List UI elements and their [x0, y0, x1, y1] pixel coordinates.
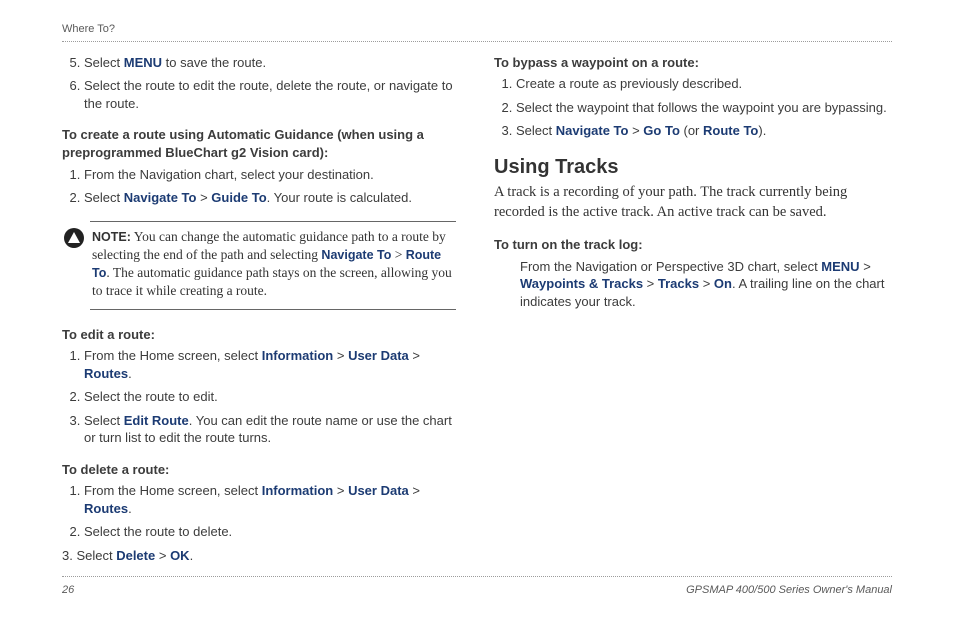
- text: Select: [84, 55, 124, 70]
- text: preprogrammed BlueChart g2 Vision card):: [62, 145, 328, 160]
- text: From the Navigation or Perspective 3D ch…: [520, 259, 821, 274]
- er-step-3: Select Edit Route. You can edit the rout…: [84, 412, 460, 447]
- bypass-head: To bypass a waypoint on a route:: [494, 54, 892, 72]
- note-box: NOTE: You can change the automatic guida…: [90, 221, 456, 310]
- edit-route-steps: From the Home screen, select Information…: [62, 347, 460, 447]
- ui-menu: MENU: [124, 55, 162, 70]
- er-step-1: From the Home screen, select Information…: [84, 347, 460, 382]
- ui-navigate-to: Navigate To: [321, 248, 391, 262]
- gt: >: [643, 276, 658, 291]
- ui-ok: OK: [170, 548, 190, 563]
- alert-icon: [64, 228, 84, 248]
- ui-user-data: User Data: [348, 483, 409, 498]
- gt: >: [333, 348, 348, 363]
- er-step-2: Select the route to edit.: [84, 388, 460, 406]
- ui-go-to: Go To: [643, 123, 680, 138]
- step-5: Select MENU to save the route.: [84, 54, 460, 72]
- gt: >: [860, 259, 871, 274]
- ag-step-2: Select Navigate To > Guide To. Your rout…: [84, 189, 460, 207]
- ui-routes: Routes: [84, 501, 128, 516]
- tracklog-head: To turn on the track log:: [494, 236, 892, 254]
- ui-routes: Routes: [84, 366, 128, 381]
- bp-step-2: Select the waypoint that follows the way…: [516, 99, 892, 117]
- text: 3. Select: [62, 548, 116, 563]
- text: Select the route to edit the route, dele…: [84, 78, 453, 111]
- autoguide-steps: From the Navigation chart, select your d…: [62, 166, 460, 207]
- left-column: Select MENU to save the route. Select th…: [62, 54, 460, 565]
- text: From the Home screen, select: [84, 348, 262, 363]
- note-lead: NOTE:: [92, 230, 131, 244]
- ui-information: Information: [262, 348, 334, 363]
- text: ).: [758, 123, 766, 138]
- text: Select the route to delete.: [84, 524, 232, 539]
- text: (or: [680, 123, 703, 138]
- text: From the Home screen, select: [84, 483, 262, 498]
- running-head: Where To?: [62, 22, 892, 42]
- text: Create a route as previously described.: [516, 76, 742, 91]
- gt: >: [391, 247, 405, 262]
- text: . The automatic guidance path stays on t…: [92, 265, 452, 298]
- text: Select: [84, 413, 124, 428]
- text: To create a route using Automatic Guidan…: [62, 127, 424, 142]
- ui-waypoints-tracks: Waypoints & Tracks: [520, 276, 643, 291]
- text: Select the waypoint that follows the way…: [516, 100, 887, 115]
- gt: >: [333, 483, 348, 498]
- text: . Your route is calculated.: [267, 190, 412, 205]
- gt: >: [155, 548, 170, 563]
- text: .: [190, 548, 194, 563]
- delete-route-head: To delete a route:: [62, 461, 460, 479]
- note-body: NOTE: You can change the automatic guida…: [92, 228, 456, 301]
- gt: >: [409, 348, 420, 363]
- ui-information: Information: [262, 483, 334, 498]
- page-footer: 26 GPSMAP 400/500 Series Owner's Manual: [62, 576, 892, 598]
- text: to save the route.: [162, 55, 266, 70]
- text: Select the route to edit.: [84, 389, 218, 404]
- text: .: [128, 366, 132, 381]
- page-number: 26: [62, 583, 74, 598]
- ui-on: On: [714, 276, 732, 291]
- route-steps-continued: Select MENU to save the route. Select th…: [62, 54, 460, 113]
- text: Select: [84, 190, 124, 205]
- columns: Select MENU to save the route. Select th…: [62, 54, 892, 565]
- dr-step-1: From the Home screen, select Information…: [84, 482, 460, 517]
- dr-step-3: 3. Select Delete > OK.: [62, 547, 460, 565]
- tracklog-body: From the Navigation or Perspective 3D ch…: [520, 258, 892, 311]
- right-column: To bypass a waypoint on a route: Create …: [494, 54, 892, 565]
- bp-step-3: Select Navigate To > Go To (or Route To)…: [516, 122, 892, 140]
- ui-edit-route: Edit Route: [124, 413, 189, 428]
- bp-step-1: Create a route as previously described.: [516, 75, 892, 93]
- ui-guide-to: Guide To: [211, 190, 266, 205]
- ui-tracks: Tracks: [658, 276, 699, 291]
- text: Select: [516, 123, 556, 138]
- ui-navigate-to: Navigate To: [124, 190, 197, 205]
- ui-user-data: User Data: [348, 348, 409, 363]
- gt: >: [409, 483, 420, 498]
- edit-route-head: To edit a route:: [62, 326, 460, 344]
- gt: >: [196, 190, 211, 205]
- autoguide-head: To create a route using Automatic Guidan…: [62, 126, 460, 161]
- text: .: [128, 501, 132, 516]
- ui-navigate-to: Navigate To: [556, 123, 629, 138]
- manual-title: GPSMAP 400/500 Series Owner's Manual: [686, 583, 892, 598]
- manual-page: Where To? Select MENU to save the route.…: [0, 0, 954, 618]
- step-6: Select the route to edit the route, dele…: [84, 77, 460, 112]
- dr-step-2: Select the route to delete.: [84, 523, 460, 541]
- delete-route-steps: From the Home screen, select Information…: [62, 482, 460, 541]
- section-using-tracks: Using Tracks: [494, 154, 892, 181]
- bypass-steps: Create a route as previously described. …: [494, 75, 892, 140]
- ui-delete: Delete: [116, 548, 155, 563]
- gt: >: [628, 123, 643, 138]
- ui-route-to: Route To: [703, 123, 758, 138]
- tracks-intro: A track is a recording of your path. The…: [494, 183, 892, 222]
- ui-menu: MENU: [821, 259, 859, 274]
- ag-step-1: From the Navigation chart, select your d…: [84, 166, 460, 184]
- text: From the Navigation chart, select your d…: [84, 167, 374, 182]
- gt: >: [699, 276, 714, 291]
